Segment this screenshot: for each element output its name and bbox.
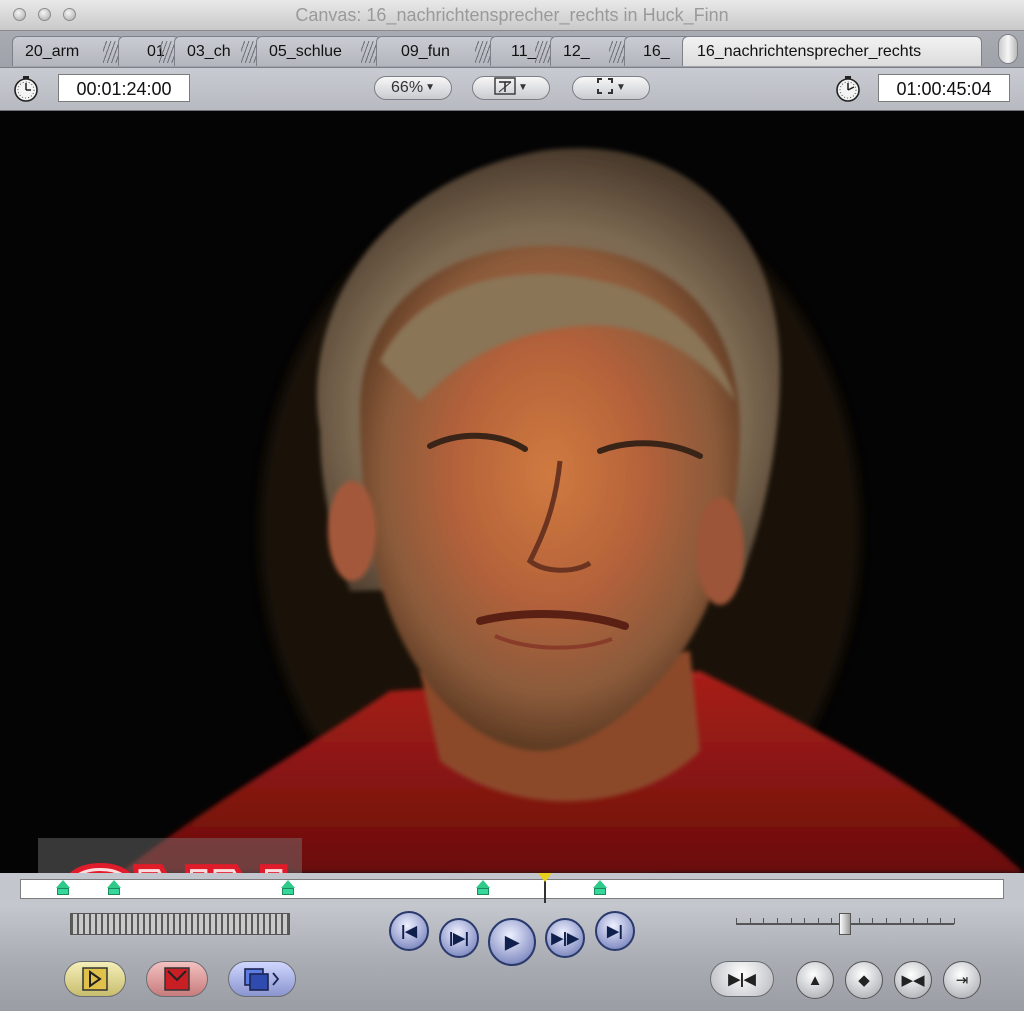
cnn-logo-inner-stroke: CNN [58,847,283,873]
shuttle-tick [817,918,819,924]
tab-scroll-handle[interactable] [998,34,1018,64]
chevron-down-icon: ▼ [616,82,626,93]
tab-09-fun[interactable]: 09_fun [376,36,496,66]
add-marker-button[interactable]: ▶◀ [894,961,932,999]
zoom-label: 66% [391,79,424,96]
insert-edit-icon [82,967,108,991]
shuttle-tick [913,918,915,924]
cnn-logo: CNN CNN [38,838,302,873]
tab-12[interactable]: 12_ [550,36,630,66]
shuttle-tick [776,918,778,924]
scrubber-marker[interactable] [107,880,122,895]
scrubber-marker[interactable] [592,880,607,895]
shuttle-tick [926,918,928,924]
shuttle-tick [831,918,833,924]
match-frame-icon: ⇥ [955,972,969,989]
shuttle-tick [954,918,955,924]
go-to-previous-edit-button[interactable]: |◀ [389,911,429,951]
tab-16-nachrichtensprecher-rechts[interactable]: 16_nachrichtensprecher_rechts [682,36,982,66]
video-canvas[interactable]: CNN CNN [0,111,1024,873]
overlay-popup[interactable]: ▼ [572,76,650,100]
shuttle-tick [858,918,860,924]
shuttle-knob[interactable] [839,913,851,935]
go-to-next-edit-button[interactable]: ▶| [595,911,635,951]
shuttle-tick [885,918,887,924]
shuttle-tick [899,918,901,924]
tab-01[interactable]: 01 [118,36,180,66]
scrubber-marker[interactable] [280,880,295,895]
canvas-window: Canvas: 16_nachrichtensprecher_rechts in… [0,0,1024,1011]
add-keyframe-icon: ◆ [858,972,870,989]
replace-edit-icon [244,968,280,991]
shuttle-tick [763,918,765,924]
current-time-clock-icon [836,76,860,102]
mark-in-out-button[interactable]: ▶|◀ [710,961,774,997]
shuttle-control[interactable] [736,913,955,935]
shuttle-tick [940,918,942,924]
transport-controls: |◀ |▶| ▶ ▶|▶ ▶| ▶|◀ ▲ ◆ ▶◀ ⇥ [0,903,1024,1011]
replace-edit-button[interactable] [228,961,296,997]
chevron-down-icon: ▼ [518,82,528,93]
frame-fit-icon [597,78,614,94]
play-in-to-out-icon: |▶| [449,930,469,947]
scrubber-marker[interactable] [476,880,491,895]
scrubber-track[interactable] [20,873,1004,904]
playhead-tip-icon [538,873,553,882]
go-to-previous-edit-icon: |◀ [401,923,417,940]
playhead[interactable] [538,873,553,904]
jog-control[interactable] [70,913,290,935]
play-around-current-icon: ▶|▶ [551,930,579,947]
match-frame-button[interactable]: ⇥ [943,961,981,999]
shuttle-tick [736,918,737,924]
shuttle-tick [749,918,751,924]
canvas-toolbar: 00:01:24:00 66% ▼ ▼ ▼ 01:00:45:04 [0,68,1024,111]
insert-edit-button[interactable] [64,961,126,997]
tab-11[interactable]: 11_ [490,36,556,66]
edit-button-row: ▶|◀ ▲ ◆ ▶◀ ⇥ [0,950,1024,1011]
current-timecode-field[interactable]: 01:00:45:04 [878,74,1010,102]
mark-in-out-icon: ▶|◀ [728,971,756,988]
chevron-down-icon: ▼ [425,82,435,93]
video-frame-image [0,111,1024,873]
shuttle-tick [804,918,806,924]
mark-clip-icon: ▲ [807,971,823,989]
scrubber-bar[interactable] [0,873,1024,904]
add-marker-icon: ▶◀ [901,972,925,989]
view-popup[interactable]: ▼ [472,76,550,100]
window-title: Canvas: 16_nachrichtensprecher_rechts in… [295,5,729,25]
shuttle-tick [790,918,792,924]
tab-03-ch[interactable]: 03_ch [174,36,262,66]
scrubber-marker[interactable] [56,880,71,895]
shuttle-tick [872,918,874,924]
title-bar: Canvas: 16_nachrichtensprecher_rechts in… [0,0,1024,31]
duration-timecode-field[interactable]: 00:01:24:00 [58,74,190,102]
tab-05-schlue[interactable]: 05_schlue [256,36,382,66]
go-to-next-edit-icon: ▶| [607,923,623,940]
zoom-popup[interactable]: 66% ▼ [374,76,452,100]
title-safe-icon [494,77,516,95]
tab-20-arm[interactable]: 20_arm [12,36,124,66]
mark-clip-button[interactable]: ▲ [796,961,834,999]
add-keyframe-button[interactable]: ◆ [845,961,883,999]
overwrite-edit-icon [164,967,190,991]
duration-clock-icon [14,76,38,102]
sequence-tab-bar: 20_arm 01 03_ch 05_schlue 09_fun 11_ 12_… [0,31,1024,68]
overwrite-edit-button[interactable] [146,961,208,997]
